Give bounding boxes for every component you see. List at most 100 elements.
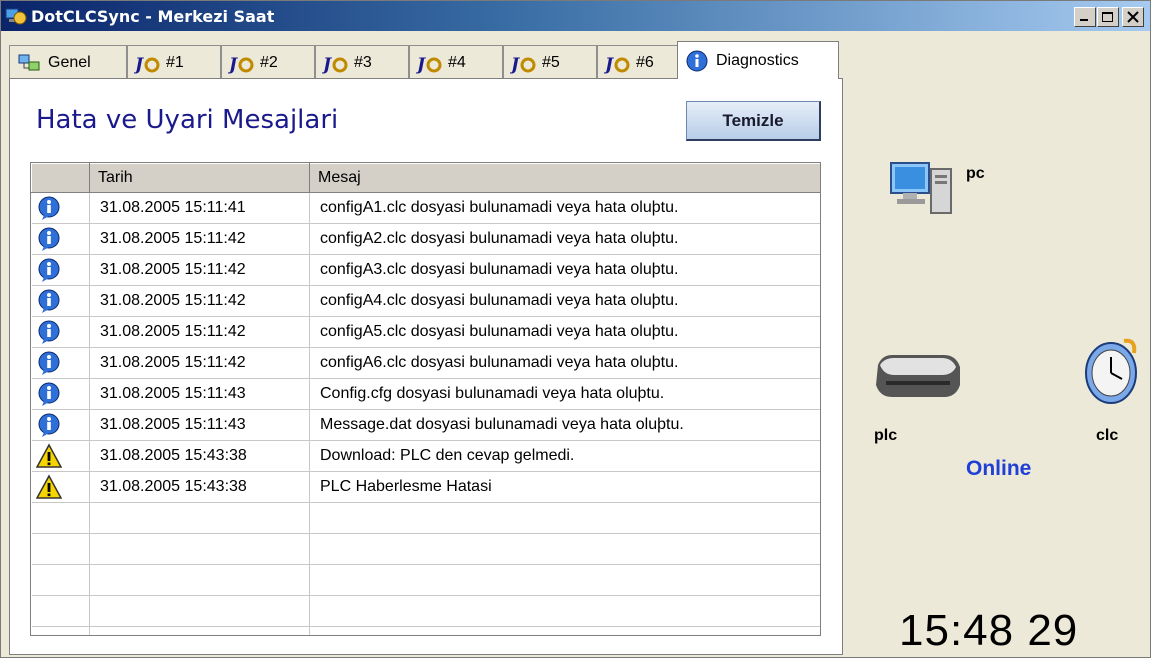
table-row[interactable]: 31.08.2005 15:11:42 configA6.clc dosyasi … [31,347,820,379]
row-icon-cell [31,223,90,255]
app-window: DotCLCSync - Merkezi Saat Genel J #1 J #… [0,0,1151,658]
empty-cell [31,564,90,596]
info-icon [38,382,59,406]
empty-row [31,533,820,565]
row-icon-cell [31,347,90,379]
svg-text:J: J [228,55,238,74]
tab-genel[interactable]: Genel [9,45,127,79]
jo-icon: J [134,55,160,74]
jo-icon: J [604,55,630,74]
row-date: 31.08.2005 15:43:38 [89,471,310,503]
row-icon-cell [31,254,90,286]
table-row[interactable]: 31.08.2005 15:11:41 configA1.clc dosyasi … [31,192,820,224]
svg-text:J: J [416,55,426,74]
app-icon [5,8,27,25]
tab-4[interactable]: J #4 [409,45,503,79]
close-button[interactable] [1122,7,1144,27]
row-message: configA1.clc dosyasi bulunamadi veya hat… [309,192,820,224]
pc-label: pc [966,165,985,182]
tab-diagnostics[interactable]: Diagnostics [677,41,839,79]
tab-label: #5 [542,53,560,71]
plc-icon [876,355,960,397]
empty-cell [89,626,310,635]
jo-icon: J [228,55,254,74]
row-message: Config.cfg dosyasi bulunamadi veya hata … [309,378,820,410]
table-row[interactable]: 31.08.2005 15:11:43 Config.cfg dosyasi bu… [31,378,820,410]
info-icon [38,320,59,344]
clear-button[interactable]: Temizle [686,101,821,141]
empty-cell [89,502,310,534]
empty-cell [89,564,310,596]
table-row[interactable]: 31.08.2005 15:11:42 configA2.clc dosyasi … [31,223,820,255]
empty-row [31,502,820,534]
row-date: 31.08.2005 15:11:42 [89,254,310,286]
empty-cell [309,533,820,565]
svg-text:J: J [604,55,614,74]
tab-label: #2 [260,53,278,71]
tab-2[interactable]: J #2 [221,45,315,79]
tab-label: Genel [48,53,91,71]
plc-label: plc [874,427,898,444]
empty-row [31,595,820,627]
tab-1[interactable]: J #1 [127,45,221,79]
column-header-icon[interactable] [31,163,90,193]
svg-text:J: J [134,55,144,74]
info-icon [38,227,59,251]
network-icon [18,54,40,70]
info-icon [38,196,59,220]
table-row[interactable]: 31.08.2005 15:11:42 configA3.clc dosyasi … [31,254,820,286]
minimize-button[interactable] [1074,7,1096,27]
row-date: 31.08.2005 15:11:42 [89,316,310,348]
row-icon-cell [31,471,90,503]
table-row[interactable]: 31.08.2005 15:11:42 configA4.clc dosyasi … [31,285,820,317]
warning-icon [35,474,62,499]
row-message: Message.dat dosyasi bulunamadi veya hata… [309,409,820,441]
empty-cell [31,533,90,565]
empty-cell [309,502,820,534]
jo-icon: J [416,55,442,74]
tab-label: #6 [636,53,654,71]
row-date: 31.08.2005 15:11:42 [89,223,310,255]
column-header-message[interactable]: Mesaj [309,163,820,193]
row-icon-cell [31,192,90,224]
diagnostics-panel: Hata ve Uyari Mesajlari Temizle Tarih Me… [9,78,843,655]
close-icon [1127,11,1139,23]
info-icon [38,289,59,313]
warning-icon [35,443,62,468]
info-icon [38,258,59,282]
pc-icon [890,162,952,214]
title-bar[interactable]: DotCLCSync - Merkezi Saat [1,1,1150,31]
row-icon-cell [31,316,90,348]
table-row[interactable]: 31.08.2005 15:11:42 configA5.clc dosyasi … [31,316,820,348]
row-icon-cell [31,409,90,441]
tab-label: #1 [166,53,184,71]
row-icon-cell [31,285,90,317]
connection-status: Online [966,457,1032,480]
status-pane: pc plc clc Online 15:48 29 [844,31,1150,657]
tab-6[interactable]: J #6 [597,45,681,79]
row-message: configA4.clc dosyasi bulunamadi veya hat… [309,285,820,317]
empty-cell [89,595,310,627]
table-row[interactable]: 31.08.2005 15:43:38 Download: PLC den cev… [31,440,820,472]
table-row[interactable]: 31.08.2005 15:43:38 PLC Haberlesme Hatasi [31,471,820,503]
svg-text:J: J [322,55,332,74]
clock-display: 15:48 29 [899,606,1079,655]
maximize-icon [1102,12,1113,22]
row-message: configA3.clc dosyasi bulunamadi veya hat… [309,254,820,286]
row-date: 31.08.2005 15:11:42 [89,285,310,317]
message-table[interactable]: Tarih Mesaj 31.08.2005 15:11:41 configA1.… [30,162,821,636]
table-row[interactable]: 31.08.2005 15:11:43 Message.dat dosyasi b… [31,409,820,441]
row-date: 31.08.2005 15:11:41 [89,192,310,224]
empty-cell [31,502,90,534]
tab-label: #3 [354,53,372,71]
row-icon-cell [31,378,90,410]
maximize-button[interactable] [1097,7,1119,27]
column-header-date[interactable]: Tarih [89,163,310,193]
clock-icon [1085,338,1137,404]
svg-text:J: J [510,55,520,74]
tab-5[interactable]: J #5 [503,45,597,79]
panel-heading: Hata ve Uyari Mesajlari [36,105,339,135]
empty-cell [31,595,90,627]
tab-strip: Genel J #1 J #2 J #3 J #4 J #5 J #6 Diag… [9,41,841,79]
tab-3[interactable]: J #3 [315,45,409,79]
